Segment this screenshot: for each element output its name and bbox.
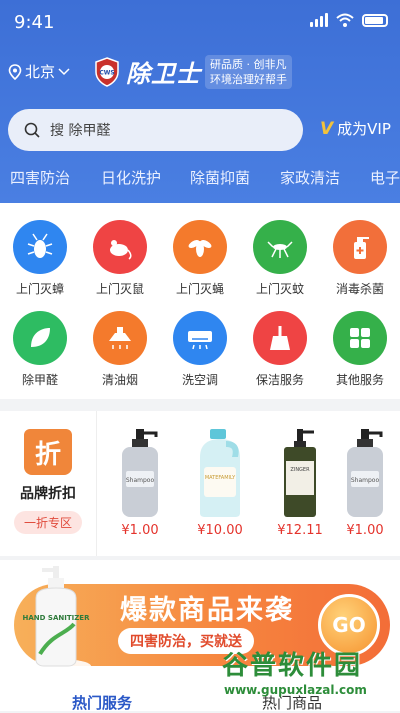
- service-disinfect[interactable]: 消毒杀菌: [320, 220, 400, 297]
- service-label: 洗空调: [181, 373, 218, 387]
- tab-pest-control[interactable]: 四害防治: [10, 167, 70, 188]
- status-time: 9:41: [14, 12, 55, 33]
- product-price: ¥1.00: [346, 523, 384, 538]
- tab-hot-services[interactable]: 热门服务: [72, 692, 132, 713]
- product-card[interactable]: MATEFAMILY ¥10.00: [180, 411, 260, 556]
- vip-button[interactable]: V 成为VIP: [320, 118, 391, 139]
- brand-name: 除卫士: [126, 59, 201, 88]
- brand-logo: CWS 除卫士: [94, 54, 201, 89]
- broom-icon: [253, 311, 307, 365]
- shampoo-bottle-image: Shampoo: [347, 429, 383, 517]
- service-fly[interactable]: 上门灭蝇: [160, 220, 240, 297]
- range-hood-icon: [93, 311, 147, 365]
- shield-logo-icon: CWS: [95, 56, 119, 87]
- vip-label: 成为VIP: [337, 120, 391, 138]
- service-other[interactable]: 其他服务: [320, 311, 400, 388]
- chevron-down-icon: [58, 67, 70, 75]
- battery-icon: [362, 13, 388, 27]
- discount-badge: 折: [24, 429, 72, 475]
- svg-text:Shampoo: Shampoo: [126, 477, 155, 484]
- svg-text:ZINGER: ZINGER: [290, 467, 310, 473]
- zinger-bottle-image: ZINGER: [284, 429, 316, 517]
- product-card[interactable]: Shampoo ¥1.00: [100, 411, 180, 556]
- product-card[interactable]: Shampoo ¥1.00: [325, 411, 400, 556]
- product-price: ¥10.00: [197, 523, 243, 538]
- signal-icon: [310, 13, 328, 27]
- service-label: 除甲醛: [21, 373, 58, 387]
- leaf-icon: [13, 311, 67, 365]
- search-placeholder: 搜 除甲醛: [50, 123, 111, 139]
- watermark-title: 谷普软件园: [222, 651, 363, 681]
- service-label: 其他服务: [335, 373, 384, 387]
- location-pin-icon: [8, 63, 22, 80]
- city-name: 北京: [25, 63, 56, 81]
- product-price: ¥1.00: [121, 523, 159, 538]
- watermark-url: www.gupuxlazal.com: [224, 683, 367, 697]
- service-rat[interactable]: 上门灭鼠: [80, 220, 160, 297]
- tab-housekeeping[interactable]: 家政清洁: [280, 167, 340, 188]
- service-cleaning[interactable]: 保洁服务: [240, 311, 320, 388]
- slogan-line-2: 环境治理好帮手: [210, 73, 287, 86]
- fly-icon: [173, 220, 227, 274]
- mosquito-icon: [253, 220, 307, 274]
- service-label: 上门灭蚊: [255, 282, 304, 296]
- service-label: 清油烟: [101, 373, 138, 387]
- service-label: 保洁服务: [255, 373, 304, 387]
- svg-text:Shampoo: Shampoo: [351, 477, 380, 484]
- banner-title: 爆款商品来袭: [120, 595, 294, 626]
- city-selector[interactable]: 北京: [8, 61, 70, 82]
- wifi-icon: [336, 13, 354, 27]
- service-label: 上门灭蝇: [175, 282, 224, 296]
- brand-discount-entry[interactable]: 折 品牌折扣 一折专区: [0, 411, 97, 556]
- service-air-conditioner[interactable]: 洗空调: [160, 311, 240, 388]
- service-formaldehyde[interactable]: 除甲醛: [0, 311, 80, 388]
- status-bar: 9:41: [0, 0, 400, 44]
- category-tabs: 四害防治 日化洗护 除菌抑菌 家政清洁 电子: [0, 165, 400, 191]
- service-grid: 上门灭蟑 上门灭鼠 上门灭蝇 上门灭蚊 消毒杀菌 除甲醛 清油烟 洗空调 保洁服…: [0, 203, 400, 399]
- air-conditioner-icon: [173, 311, 227, 365]
- service-label: 上门灭鼠: [95, 282, 144, 296]
- service-label: 上门灭蟑: [15, 282, 64, 296]
- brand-discount-title: 品牌折扣: [20, 486, 76, 502]
- brand-discount-section: 折 品牌折扣 一折专区 Shampoo ¥1.00 MATEFAMILY ¥10…: [0, 411, 400, 556]
- service-mosquito[interactable]: 上门灭蚊: [240, 220, 320, 297]
- shampoo-bottle-image: Shampoo: [122, 429, 158, 517]
- disinfectant-bottle-icon: [333, 220, 387, 274]
- tab-electronics[interactable]: 电子: [370, 167, 400, 188]
- service-cockroach[interactable]: 上门灭蟑: [0, 220, 80, 297]
- svg-text:HAND SANITIZER: HAND SANITIZER: [23, 614, 91, 622]
- vip-v-icon: V: [320, 118, 334, 139]
- slogan-line-1: 研品质 · 创非凡: [210, 58, 287, 71]
- cockroach-icon: [13, 220, 67, 274]
- header: 9:41 北京 CWS 除卫士 研品质 · 创非凡 环境治理好帮手 搜 除甲醛 …: [0, 0, 400, 203]
- search-icon: [24, 122, 40, 138]
- service-range-hood[interactable]: 清油烟: [80, 311, 160, 388]
- service-label: 消毒杀菌: [335, 282, 384, 296]
- detergent-jug-image: MATEFAMILY: [200, 429, 240, 517]
- slogan: 研品质 · 创非凡 环境治理好帮手: [205, 55, 292, 89]
- svg-text:MATEFAMILY: MATEFAMILY: [205, 475, 236, 481]
- tab-daily-care[interactable]: 日化洗护: [101, 167, 161, 188]
- grid-icon: [333, 311, 387, 365]
- tab-antibacterial[interactable]: 除菌抑菌: [190, 167, 250, 188]
- site-watermark: 谷普软件园 www.gupuxlazal.com: [218, 645, 398, 705]
- shield-text: CWS: [99, 69, 114, 76]
- hand-sanitizer-bottle-image: HAND SANITIZER: [23, 566, 91, 673]
- rat-icon: [93, 220, 147, 274]
- one-fold-zone-pill[interactable]: 一折专区: [13, 511, 82, 534]
- search-input[interactable]: 搜 除甲醛: [8, 109, 303, 151]
